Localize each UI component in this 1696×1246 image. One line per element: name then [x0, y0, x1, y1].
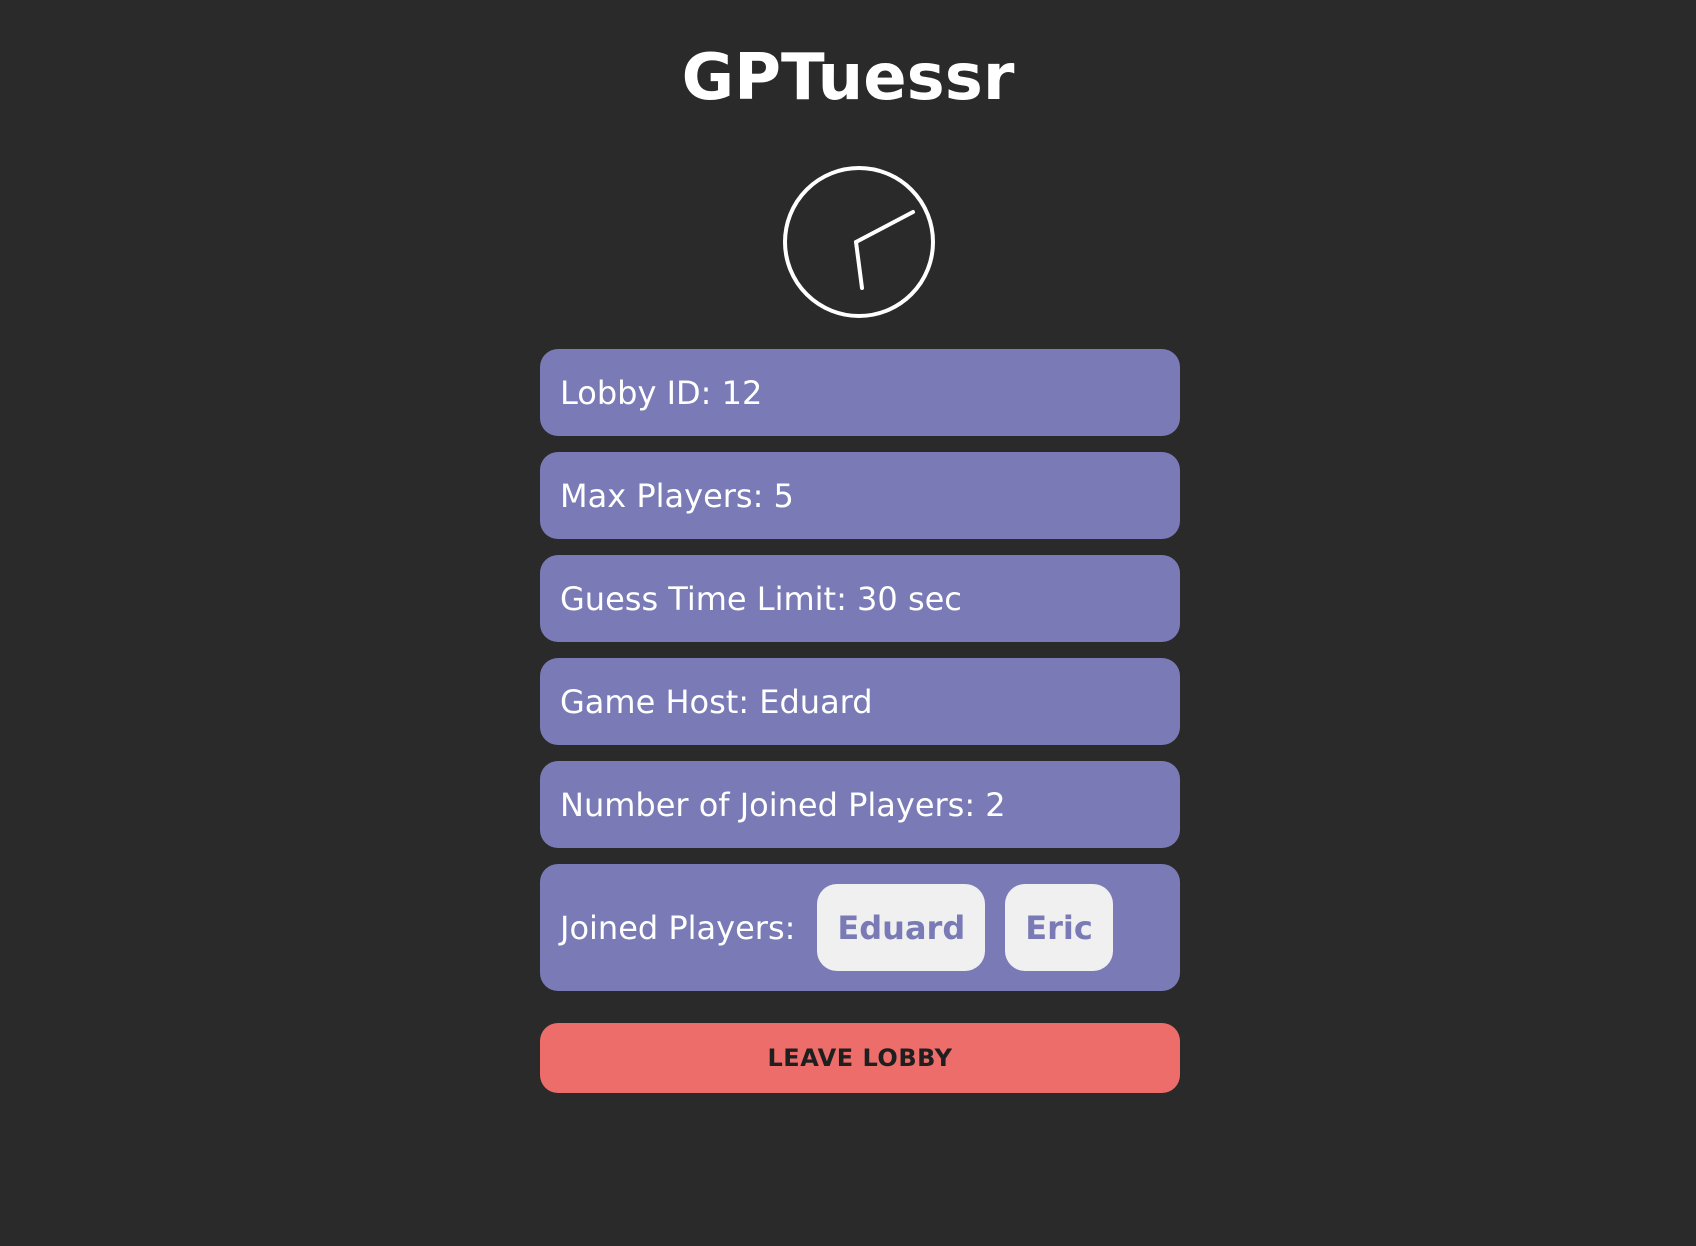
game-host-text: Game Host: Eduard: [560, 682, 873, 721]
clock-icon: [783, 166, 935, 318]
guess-time-limit-panel: Guess Time Limit: 30 sec: [540, 555, 1180, 642]
guess-time-limit-text: Guess Time Limit: 30 sec: [560, 579, 962, 618]
max-players-text: Max Players: 5: [560, 476, 794, 515]
max-players-panel: Max Players: 5: [540, 452, 1180, 539]
joined-count-panel: Number of Joined Players: 2: [540, 761, 1180, 848]
joined-players-panel: Joined Players: Eduard Eric: [540, 864, 1180, 991]
joined-count-text: Number of Joined Players: 2: [560, 785, 1006, 824]
lobby-id-panel: Lobby ID: 12: [540, 349, 1180, 436]
joined-players-label: Joined Players:: [560, 908, 796, 947]
app-title: GPTuessr: [681, 41, 1015, 115]
leave-lobby-button[interactable]: LEAVE LOBBY: [540, 1023, 1180, 1093]
lobby-id-text: Lobby ID: 12: [560, 373, 763, 412]
game-host-panel: Game Host: Eduard: [540, 658, 1180, 745]
player-chip[interactable]: Eduard: [817, 884, 986, 971]
player-chip[interactable]: Eric: [1005, 884, 1113, 971]
